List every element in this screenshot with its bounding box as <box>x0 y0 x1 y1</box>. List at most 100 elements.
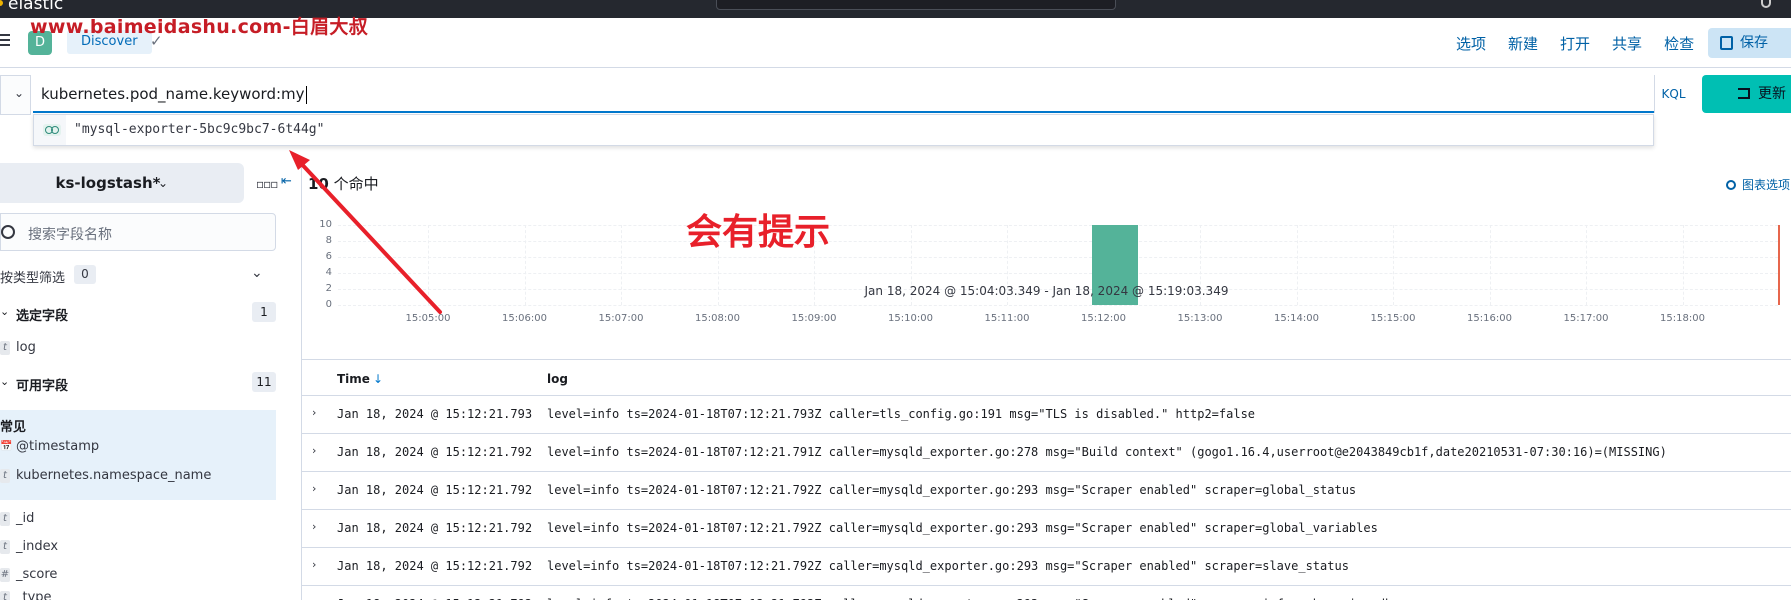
x-tick-label: 15:15:00 <box>1370 313 1416 324</box>
help-icon[interactable] <box>1761 0 1771 8</box>
table-row[interactable]: ›Jan 18, 2024 @ 15:12:21.792level=info t… <box>302 434 1791 472</box>
menu-open[interactable]: 打开 <box>1560 33 1590 54</box>
save-icon <box>1720 36 1733 50</box>
table-header: Time ↓ log <box>302 359 1791 396</box>
x-tick-label: 15:07:00 <box>598 313 644 324</box>
field-item[interactable]: # _score <box>0 564 276 588</box>
field-item[interactable]: t log <box>0 337 276 361</box>
available-fields-label: 可用字段 <box>16 379 69 394</box>
expand-row-icon[interactable]: › <box>312 482 316 495</box>
string-type-icon: t <box>0 540 10 554</box>
table-row[interactable]: ›Jan 18, 2024 @ 15:12:21.792level=info t… <box>302 472 1791 510</box>
refresh-button[interactable]: 更新 <box>1702 75 1791 113</box>
y-tick-label: 4 <box>325 267 332 278</box>
grid-line <box>338 305 1778 306</box>
expand-row-icon[interactable]: › <box>312 444 316 457</box>
suggestion-text: "mysql-exporter-5bc9c9bc7-6t44g" <box>74 122 325 137</box>
field-sidebar: ks-logstash* ⌄ ▫▫▫ ⇤ 搜索字段名称 按类型筛选 0 ⌄ ⌄ … <box>0 163 302 600</box>
histogram-chart[interactable]: 0 2 4 6 8 10 15:05:00 15:06:00 15:07:00 15:08:00 1… <box>302 213 1791 343</box>
value-suggestion-icon <box>43 124 61 136</box>
gear-icon <box>1726 180 1736 190</box>
chart-options-button[interactable]: 图表选项 <box>1726 176 1790 193</box>
time-range-label: Jan 18, 2024 @ 15:04:03.349 - Jan 18, 20… <box>864 284 1229 298</box>
menu-share[interactable]: 共享 <box>1612 33 1642 54</box>
query-suggestion[interactable]: "mysql-exporter-5bc9c9bc7-6t44g" <box>33 114 1654 146</box>
field-item[interactable]: t _id <box>0 508 276 532</box>
column-header-time[interactable]: Time ↓ <box>337 372 383 386</box>
row-log: level=info ts=2024-01-18T07:12:21.793Z c… <box>547 407 1256 421</box>
field-name: _index <box>16 539 59 554</box>
text-caret <box>305 85 307 104</box>
x-tick-label: 15:06:00 <box>502 313 547 324</box>
query-input[interactable]: kubernetes.pod_name.keyword:my <box>33 75 1654 113</box>
x-tick-label: 15:13:00 <box>1177 313 1223 324</box>
number-type-icon: # <box>0 568 10 582</box>
menu-icon[interactable] <box>0 34 10 48</box>
watermark: www.baimeidashu.com-白眉大叔 <box>30 16 368 38</box>
saved-query-menu[interactable]: ⌄ <box>0 75 31 115</box>
menu-inspect[interactable]: 检查 <box>1664 33 1694 54</box>
annotation-text: 会有提示 <box>686 212 831 253</box>
x-tick-label: 15:11:00 <box>984 313 1030 324</box>
collapse-sidebar-icon[interactable]: ⇤ <box>281 174 292 189</box>
field-search-input[interactable]: 搜索字段名称 <box>0 213 276 251</box>
field-item[interactable]: t _type <box>0 587 276 600</box>
save-button[interactable]: 保存 <box>1708 28 1791 58</box>
field-item[interactable]: 📅 @timestamp <box>0 436 276 460</box>
common-fields-group: 常见 📅 @timestamp t kubernetes.namespace_n… <box>0 410 276 500</box>
row-time: Jan 18, 2024 @ 15:12:21.792 <box>337 483 533 497</box>
x-tick-label: 15:08:00 <box>695 313 740 324</box>
sort-arrow-icon[interactable]: ↓ <box>373 372 383 386</box>
field-item[interactable]: t _index <box>0 536 276 560</box>
y-tick-label: 8 <box>325 235 332 246</box>
y-tick-label: 6 <box>325 251 332 262</box>
index-pattern-selector[interactable]: ks-logstash* ⌄ <box>0 163 244 203</box>
x-tick-label: 15:16:00 <box>1467 313 1512 324</box>
top-menu: 选项 新建 打开 共享 检查 <box>1456 33 1716 54</box>
string-type-icon: t <box>0 341 10 355</box>
selected-fields-label: 选定字段 <box>16 309 69 324</box>
refresh-icon <box>1738 88 1750 99</box>
filter-by-type[interactable]: 按类型筛选 0 ⌄ <box>0 260 276 290</box>
table-row[interactable]: › Jan 18, 2024 @ 15:12:21.793 level=info t… <box>302 396 1791 434</box>
table-row[interactable]: ›Jan 18, 2024 @ 15:12:21.792level=info t… <box>302 510 1791 548</box>
menu-options[interactable]: 选项 <box>1456 33 1486 54</box>
expand-row-icon[interactable]: › <box>312 520 316 533</box>
menu-new[interactable]: 新建 <box>1508 33 1538 54</box>
common-fields-label: 常见 <box>0 420 27 435</box>
chevron-down-icon: ⌄ <box>14 86 25 100</box>
grid-line <box>338 257 1778 258</box>
field-item[interactable]: t kubernetes.namespace_name <box>0 465 276 489</box>
selected-fields-count: 1 <box>252 302 276 322</box>
string-type-icon: t <box>0 512 10 526</box>
index-pattern-name: ks-logstash* <box>55 174 161 192</box>
table-row[interactable]: ›Jan 18, 2024 @ 15:12:21.792level=info t… <box>302 548 1791 586</box>
query-bar: ⌄ kubernetes.pod_name.keyword:my KQL 更新 <box>0 75 1791 115</box>
query-language-toggle[interactable]: KQL <box>1654 75 1692 113</box>
field-name: @timestamp <box>16 439 100 454</box>
refresh-label: 更新 <box>1758 86 1786 102</box>
hits-count: 10 <box>308 175 329 193</box>
expand-row-icon[interactable]: › <box>312 406 316 419</box>
x-tick-label: 15:09:00 <box>791 313 837 324</box>
field-name: _score <box>16 567 58 582</box>
chevron-down-icon: ⌄ <box>0 375 10 388</box>
y-tick-label: 10 <box>319 219 332 230</box>
available-fields-header[interactable]: ⌄ 可用字段 11 <box>0 372 276 396</box>
global-search-input[interactable] <box>716 0 1116 10</box>
filter-bar[interactable] <box>0 120 30 150</box>
row-log: level=info ts=2024-01-18T07:12:21.791Z c… <box>547 445 1667 459</box>
date-type-icon: 📅 <box>0 441 13 452</box>
expand-row-icon[interactable]: › <box>312 558 316 571</box>
selected-fields-header[interactable]: ⌄ 选定字段 1 <box>0 302 276 326</box>
row-time: Jan 18, 2024 @ 15:12:21.793 <box>337 407 533 421</box>
more-options-icon[interactable]: ▫▫▫ <box>256 177 278 191</box>
filter-count-badge: 0 <box>74 265 96 284</box>
column-header-log[interactable]: log <box>547 372 568 386</box>
grid-line <box>338 225 1778 226</box>
expand-row-icon[interactable]: › <box>312 596 316 600</box>
row-time: Jan 18, 2024 @ 15:12:21.792 <box>337 559 533 573</box>
x-tick-label: 15:12:00 <box>1081 313 1126 324</box>
chevron-down-icon: ⌄ <box>251 265 263 281</box>
table-row[interactable]: ›Jan 18, 2024 @ 15:12:21.792level=info t… <box>302 586 1791 600</box>
